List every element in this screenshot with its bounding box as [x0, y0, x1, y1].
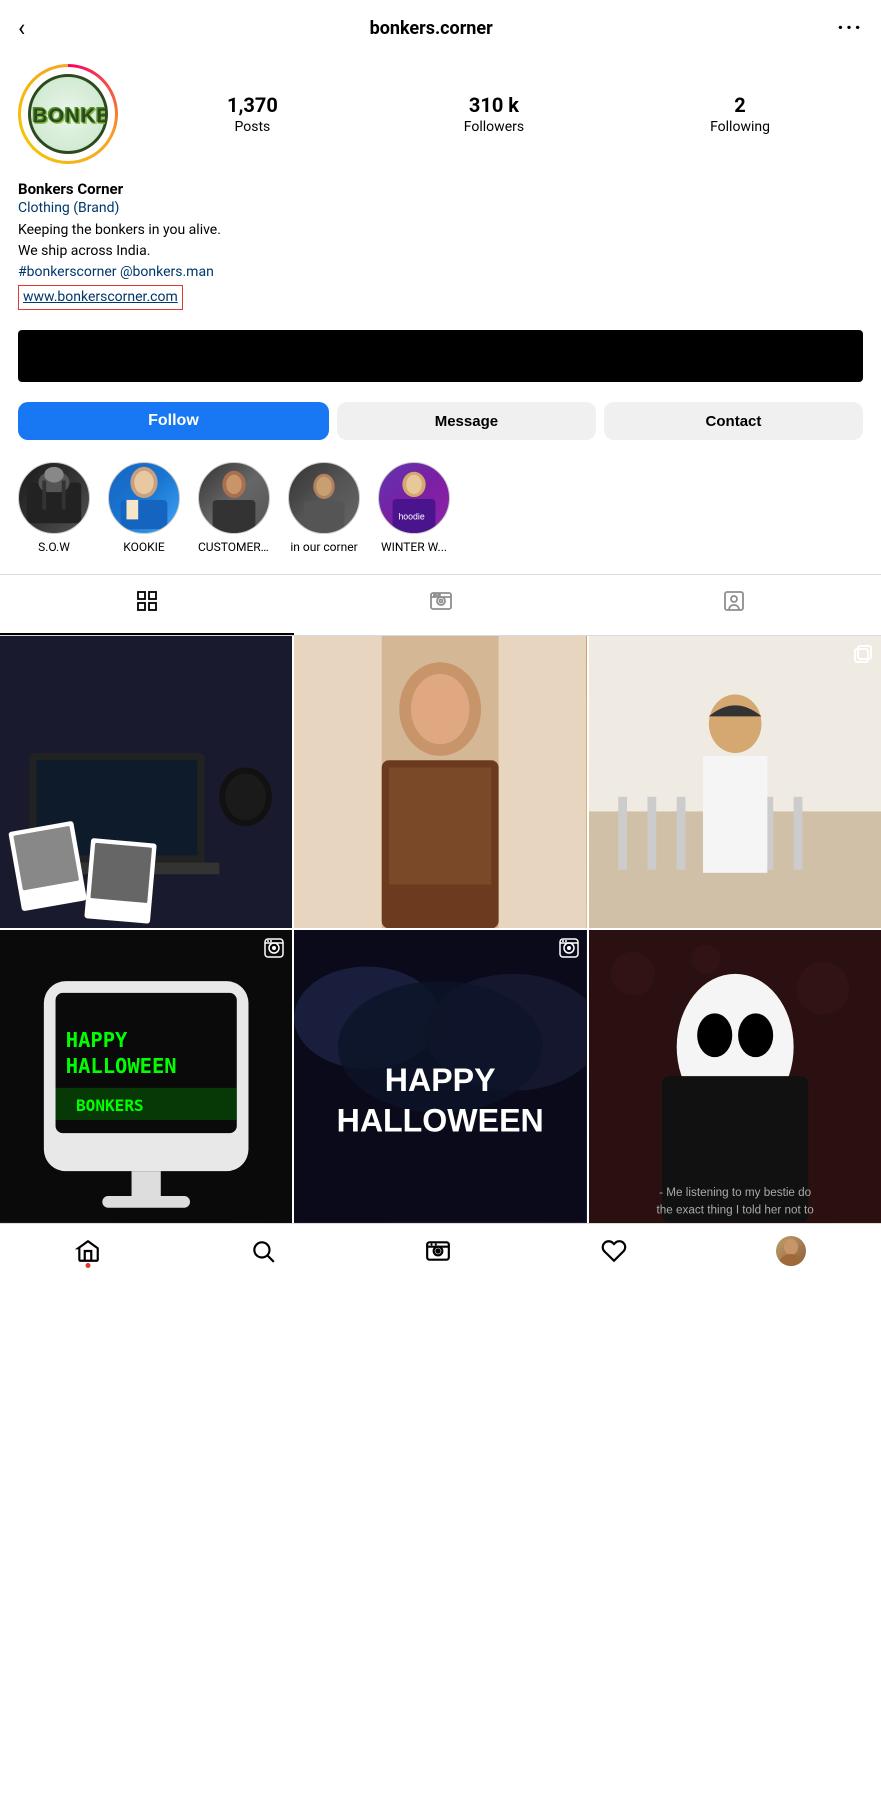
nav-profile[interactable]: [776, 1236, 806, 1266]
avatar[interactable]: BONKERS: [18, 64, 118, 164]
highlight-label-winter: WINTER W...: [381, 540, 447, 554]
message-button[interactable]: Message: [337, 402, 596, 440]
svg-text:HAPPY: HAPPY: [385, 1062, 496, 1098]
nav-avatar: [776, 1236, 806, 1266]
photo-grid: HAPPY HALLOWEEN BONKERS: [0, 636, 881, 1223]
svg-text:the exact thing I told her not: the exact thing I told her not to: [656, 1204, 814, 1217]
nav-heart[interactable]: [601, 1238, 627, 1264]
highlights-section: S.O.W KOOKIE CUSTOMER...: [0, 450, 881, 566]
home-icon: [75, 1238, 101, 1264]
profile-picture: BONKERS: [28, 74, 108, 154]
posts-count: 1,370: [227, 93, 278, 117]
promo-bar: [18, 330, 863, 382]
following-count: 2: [734, 93, 745, 117]
bio-link[interactable]: www.bonkerscorner.com: [18, 285, 183, 310]
following-label: Following: [710, 119, 770, 135]
bio-section: Bonkers Corner Clothing (Brand) Keeping …: [0, 176, 881, 320]
username-header: bonkers.corner: [370, 18, 493, 39]
video-icon: [425, 1238, 451, 1264]
tab-tagged[interactable]: [587, 575, 881, 635]
follow-button[interactable]: Follow: [18, 402, 329, 440]
back-button[interactable]: ‹: [18, 14, 25, 42]
reel-badge-5: [559, 938, 579, 963]
bio-hashtags[interactable]: #bonkerscorner @bonkers.man: [18, 264, 214, 280]
highlight-sow[interactable]: S.O.W: [18, 462, 90, 554]
svg-text:HALLOWEEN: HALLOWEEN: [337, 1103, 544, 1139]
grid-item-1[interactable]: [0, 636, 292, 928]
svg-text:HAPPY: HAPPY: [66, 1028, 128, 1052]
tab-bar: [0, 574, 881, 636]
svg-text:BONKERS: BONKERS: [76, 1097, 144, 1116]
svg-text:BONKERS: BONKERS: [33, 105, 105, 127]
contact-button[interactable]: Contact: [604, 402, 863, 440]
grid-item-3[interactable]: [589, 636, 881, 928]
stats-container: 1,370 Posts 310 k Followers 2 Following: [134, 93, 863, 135]
svg-text:HALLOWEEN: HALLOWEEN: [66, 1055, 177, 1079]
followers-stat[interactable]: 310 k Followers: [464, 93, 524, 135]
category[interactable]: Clothing (Brand): [18, 200, 863, 216]
display-name: Bonkers Corner: [18, 180, 863, 198]
highlight-label-kookie: KOOKIE: [123, 540, 164, 554]
highlight-label-corner: in our corner: [290, 540, 357, 554]
home-dot: [85, 1263, 90, 1268]
posts-stat[interactable]: 1,370 Posts: [227, 93, 278, 135]
profile-top: BONKERS 1,370 Posts 310 k Followers 2 Fo…: [0, 52, 881, 176]
svg-text:hoodie: hoodie: [398, 511, 424, 521]
highlight-corner[interactable]: in our corner: [288, 462, 360, 554]
grid-icon: [135, 589, 159, 619]
highlight-kookie[interactable]: KOOKIE: [108, 462, 180, 554]
header: ‹ bonkers.corner ···: [0, 0, 881, 52]
highlight-customer[interactable]: CUSTOMER...: [198, 462, 270, 554]
nav-search[interactable]: [250, 1238, 276, 1264]
following-stat[interactable]: 2 Following: [710, 93, 770, 135]
tagged-icon: [722, 589, 746, 619]
grid-item-2[interactable]: [294, 636, 586, 928]
followers-label: Followers: [464, 119, 524, 135]
multi-badge: [853, 644, 873, 669]
action-buttons: Follow Message Contact: [0, 392, 881, 450]
nav-reels[interactable]: [425, 1238, 451, 1264]
bottom-nav: [0, 1223, 881, 1274]
search-icon: [250, 1238, 276, 1264]
tab-grid[interactable]: [0, 575, 294, 635]
grid-item-5[interactable]: HAPPY HALLOWEEN: [294, 930, 586, 1222]
reels-icon: [429, 589, 453, 619]
highlight-winter[interactable]: hoodie WINTER W...: [378, 462, 450, 554]
grid-item-4[interactable]: HAPPY HALLOWEEN BONKERS: [0, 930, 292, 1222]
bio-text: Keeping the bonkers in you alive. We shi…: [18, 220, 863, 310]
grid-item-6[interactable]: - Me listening to my bestie do the exact…: [589, 930, 881, 1222]
reel-badge-4: [264, 938, 284, 963]
followers-count: 310 k: [469, 93, 519, 117]
heart-icon: [601, 1238, 627, 1264]
posts-label: Posts: [235, 119, 271, 135]
more-options-button[interactable]: ···: [837, 16, 863, 41]
nav-home[interactable]: [75, 1238, 101, 1264]
tab-reels[interactable]: [294, 575, 588, 635]
highlight-label-customer: CUSTOMER...: [198, 540, 270, 554]
svg-text:- Me listening to my bestie do: - Me listening to my bestie do: [659, 1186, 812, 1199]
highlight-label-sow: S.O.W: [38, 540, 70, 554]
